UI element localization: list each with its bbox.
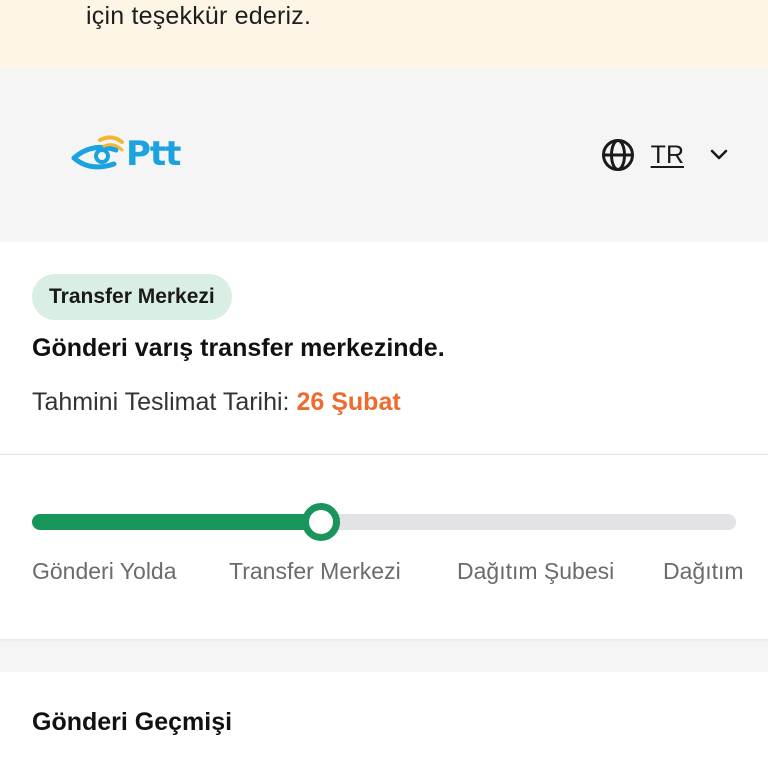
banner-text: için teşekkür ederiz. [86, 2, 312, 30]
progress-steps: Gönderi Yolda Transfer Merkezi Dağıtım Ş… [32, 558, 768, 592]
step-label-transfer-center: Transfer Merkezi [229, 558, 401, 584]
progress-fill [32, 514, 321, 530]
shipment-status-card: Transfer Merkezi Gönderi varış transfer … [0, 242, 768, 454]
ptt-logo[interactable]: Ptt [70, 134, 190, 174]
page-header: Ptt TR [0, 68, 768, 242]
ptt-logo-mark-icon [71, 135, 124, 170]
eta-label: Tahmini Teslimat Tarihi: [32, 388, 290, 416]
step-label-distribution-branch: Dağıtım Şubesi [457, 558, 615, 584]
shipment-history-card: Gönderi Geçmişi [0, 672, 768, 768]
language-selector[interactable]: TR [601, 136, 728, 174]
globe-icon [601, 139, 634, 171]
progress-track [32, 503, 736, 541]
shipment-progress-card: Gönderi Yolda Transfer Merkezi Dağıtım Ş… [0, 455, 768, 639]
step-label-in-transit: Gönderi Yolda [32, 558, 177, 584]
notice-banner: için teşekkür ederiz. [0, 0, 768, 68]
history-title: Gönderi Geçmişi [32, 708, 233, 736]
progress-current-step-marker [301, 503, 340, 541]
eta-date: 26 Şubat [296, 388, 401, 416]
status-badge: Transfer Merkezi [32, 274, 232, 320]
status-title: Gönderi varış transfer merkezinde. [32, 334, 445, 362]
estimated-delivery: Tahmini Teslimat Tarihi: 26 Şubat [32, 388, 401, 417]
language-code: TR [650, 140, 684, 169]
chevron-down-icon [710, 149, 728, 160]
step-label-delivery: Dağıtım [663, 558, 744, 584]
logo-wordmark: Ptt [126, 134, 181, 174]
